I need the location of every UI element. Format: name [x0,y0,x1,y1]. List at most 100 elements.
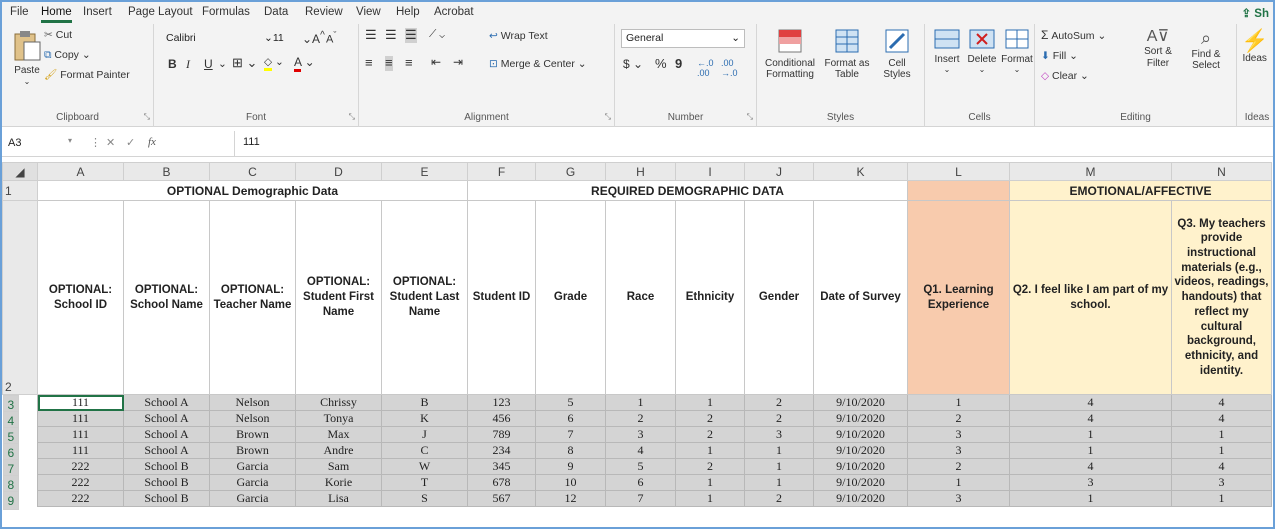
decrease-indent-button[interactable]: ⇤ [431,55,441,70]
dialog-launcher-icon[interactable]: ⤡ [747,112,753,122]
wrap-text-button[interactable]: ↩ Wrap Text [489,30,548,42]
tab-view[interactable]: View [356,6,381,18]
tab-review[interactable]: Review [305,6,343,18]
tab-file[interactable]: File [10,6,29,18]
header-cell[interactable]: Q3. My teachers provide instructional ma… [1171,200,1272,395]
align-center-button[interactable]: ≡ [385,55,393,71]
cell[interactable]: Max [295,426,382,443]
cell[interactable]: 4 [605,442,676,459]
cell[interactable]: 9/10/2020 [813,394,908,411]
format-as-table-button[interactable]: Format as Table [821,28,873,81]
chevron-down-icon[interactable]: ▾ [68,136,72,145]
dialog-launcher-icon[interactable]: ⤡ [349,112,355,122]
top-align-button[interactable]: ☰ [365,27,377,43]
cell[interactable]: School A [123,442,210,459]
cell[interactable]: School A [123,426,210,443]
cell[interactable]: 1 [907,474,1010,491]
cell[interactable]: 345 [467,458,536,475]
cell[interactable]: 2 [605,410,676,427]
column-header[interactable]: E [381,162,468,181]
cell[interactable]: 4 [1171,410,1272,427]
copy-button[interactable]: ⧉ Copy ⌄ [44,49,91,61]
cell[interactable]: 1 [1009,442,1172,459]
cell[interactable]: 7 [605,490,676,507]
optional-group-header[interactable]: OPTIONAL Demographic Data [37,180,468,201]
cell[interactable]: 3 [1009,474,1172,491]
cell[interactable]: School B [123,474,210,491]
cell[interactable]: 123 [467,394,536,411]
column-header[interactable]: N [1171,162,1272,181]
header-cell[interactable]: OPTIONAL: Student Last Name [381,200,468,395]
cell[interactable]: W [381,458,468,475]
align-right-button[interactable]: ≡ [405,55,413,71]
underline-dropdown[interactable]: ⌄ [218,58,227,70]
column-header[interactable]: M [1009,162,1172,181]
cell[interactable]: C [381,442,468,459]
increase-indent-button[interactable]: ⇥ [453,55,463,70]
cell[interactable]: 1 [675,394,745,411]
header-cell[interactable]: Q2. I feel like I am part of my school. [1009,200,1172,395]
header-cell[interactable]: Student ID [467,200,536,395]
cell[interactable]: 222 [37,490,124,507]
cell[interactable]: 1 [675,442,745,459]
cell[interactable]: S [381,490,468,507]
decrease-decimal-button[interactable]: .00 →.0 [721,58,738,79]
autosum-button[interactable]: Σ AutoSum ⌄ [1041,28,1106,43]
conditional-formatting-button[interactable]: Conditional Formatting [761,28,819,81]
font-color-button[interactable]: A ⌄ [294,55,315,72]
row-header[interactable]: 2 [2,200,38,395]
active-cell[interactable]: 111 [37,394,124,411]
cell[interactable]: 4 [1171,458,1272,475]
tab-insert[interactable]: Insert [83,6,112,18]
cell[interactable]: 12 [535,490,606,507]
cell[interactable]: 3 [907,442,1010,459]
cancel-icon[interactable]: ✕ [106,136,115,149]
column-header[interactable]: J [744,162,814,181]
cell[interactable]: 2 [675,410,745,427]
header-cell[interactable]: OPTIONAL: Teacher Name [209,200,296,395]
cell[interactable]: 7 [535,426,606,443]
enter-icon[interactable]: ✓ [126,136,135,149]
required-group-header[interactable]: REQUIRED DEMOGRAPHIC DATA [467,180,908,201]
cell[interactable]: Tonya [295,410,382,427]
cell[interactable]: 4 [1009,394,1172,411]
cell[interactable]: 2 [744,410,814,427]
dialog-launcher-icon[interactable]: ⤡ [605,112,611,122]
italic-button[interactable]: I [186,57,190,72]
bottom-align-button[interactable]: ☰ [405,27,417,43]
comma-button[interactable]: 9 [675,56,682,72]
cell[interactable]: 1 [605,394,676,411]
column-header[interactable]: F [467,162,536,181]
header-cell[interactable]: Date of Survey [813,200,908,395]
cell[interactable]: 222 [37,474,124,491]
currency-button[interactable]: $ ⌄ [623,57,643,72]
cell[interactable]: 9/10/2020 [813,410,908,427]
cell[interactable]: 4 [1009,410,1172,427]
header-cell[interactable]: OPTIONAL: School Name [123,200,210,395]
column-header[interactable]: C [209,162,296,181]
cell[interactable]: 678 [467,474,536,491]
underline-button[interactable]: U [204,57,213,72]
cell[interactable]: 6 [535,410,606,427]
dialog-launcher-icon[interactable]: ⤡ [144,112,150,122]
column-header[interactable]: H [605,162,676,181]
emotional-group-header[interactable]: EMOTIONAL/AFFECTIVE [1009,180,1272,201]
cell[interactable]: 3 [907,490,1010,507]
cell[interactable]: 111 [37,410,124,427]
header-cell[interactable]: Q1. Learning Experience [907,200,1010,395]
cell[interactable]: 3 [907,426,1010,443]
column-header[interactable]: I [675,162,745,181]
cell[interactable]: 5 [605,458,676,475]
cell[interactable]: Sam [295,458,382,475]
column-header[interactable]: G [535,162,606,181]
header-cell[interactable]: Race [605,200,676,395]
cell[interactable]: Lisa [295,490,382,507]
row-header[interactable]: 1 [2,180,38,201]
increase-decimal-button[interactable]: ←.0.00 [697,58,714,79]
decrease-font-button[interactable]: Aˇ [326,30,336,46]
merge-center-button[interactable]: ⊡ Merge & Center ⌄ [489,58,587,70]
cell[interactable]: Garcia [209,458,296,475]
cell[interactable]: K [381,410,468,427]
cell[interactable]: 1 [1171,490,1272,507]
cell[interactable]: 2 [744,394,814,411]
